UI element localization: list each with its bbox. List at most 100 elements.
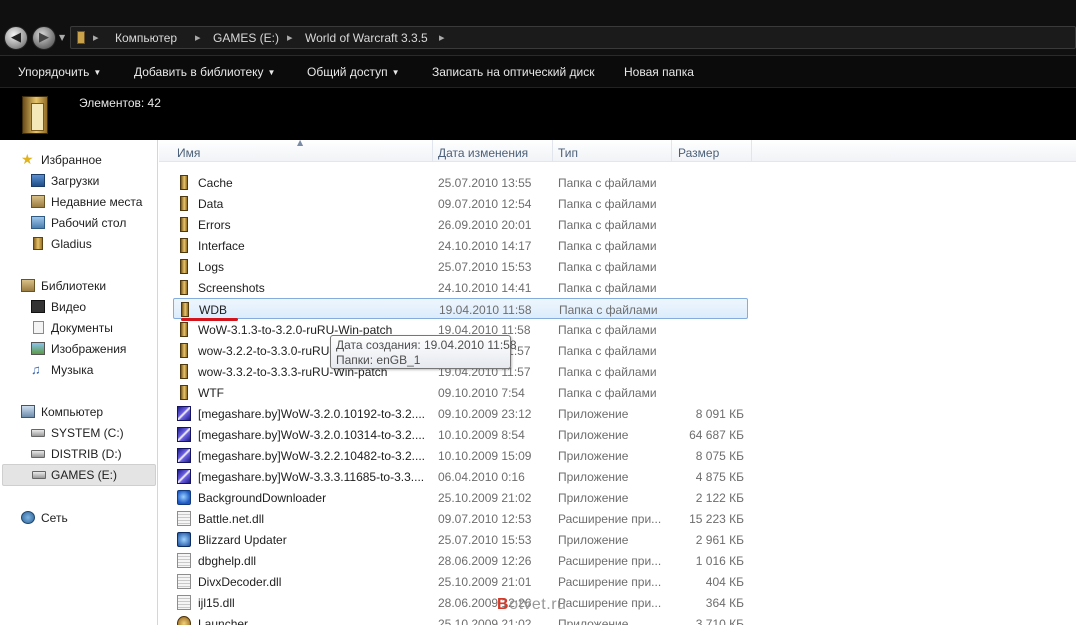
organize-menu[interactable]: Упорядочить ▼ xyxy=(18,65,101,79)
file-name: [megashare.by]WoW-3.2.0.10192-to-3.2.... xyxy=(198,407,426,421)
file-type: Папка с файлами xyxy=(558,260,657,274)
column-type[interactable]: Тип xyxy=(558,146,578,160)
file-type: Приложение xyxy=(558,533,629,547)
item-count: Элементов: 42 xyxy=(79,96,161,110)
file-date: 25.07.2010 15:53 xyxy=(438,533,532,547)
downloads-icon xyxy=(31,174,45,187)
sidebar-item-drive-e[interactable]: GAMES (E:) xyxy=(2,464,156,486)
chevron-right-icon[interactable]: ▸ xyxy=(287,31,293,44)
file-date: 24.10.2010 14:17 xyxy=(438,239,532,253)
new-folder-button[interactable]: Новая папка xyxy=(624,65,694,79)
add-to-library-menu[interactable]: Добавить в библиотеку ▼ xyxy=(134,65,275,79)
back-button[interactable]: ◀ xyxy=(4,26,28,50)
command-bar: Упорядочить ▼ Добавить в библиотеку ▼ Общи… xyxy=(0,56,1076,88)
file-row-megashare-4[interactable]: [megashare.by]WoW-3.3.3.11685-to-3.3....… xyxy=(173,466,748,487)
sidebar-label: Загрузки xyxy=(51,174,100,188)
file-row-errors[interactable]: Errors 26.09.2010 20:01 Папка с файлами xyxy=(173,214,748,235)
chevron-down-icon: ▼ xyxy=(391,68,400,77)
file-row-wtf[interactable]: WTF 09.10.2010 7:54 Папка с файлами xyxy=(173,382,748,403)
file-date: 28.06.2009 12:26 xyxy=(438,554,532,568)
chevron-down-icon: ▼ xyxy=(93,68,102,77)
file-row-ijl15-dll[interactable]: ijl15.dll 28.06.2009 12:26 Расширение при.… xyxy=(173,592,748,613)
watermark-initial: B xyxy=(497,596,510,613)
sidebar-label: Gladius xyxy=(51,237,92,251)
column-name[interactable]: Имя xyxy=(177,146,200,160)
file-row-screenshots[interactable]: Screenshots 24.10.2010 14:41 Папка с файла… xyxy=(173,277,748,298)
file-size: 404 КБ xyxy=(705,575,744,589)
watermark-text: otvet.ru xyxy=(509,596,567,613)
tooltip-created: Дата создания: 19.04.2010 11:58 xyxy=(336,338,517,352)
file-row-background-downloader[interactable]: BackgroundDownloader 25.10.2009 21:02 Прил… xyxy=(173,487,748,508)
column-divider[interactable] xyxy=(432,140,433,162)
file-size: 1 016 КБ xyxy=(695,554,744,568)
file-row-interface[interactable]: Interface 24.10.2010 14:17 Папка с файлами xyxy=(173,235,748,256)
file-row-cache[interactable]: Cache 25.07.2010 13:55 Папка с файлами xyxy=(173,172,748,193)
folder-icon xyxy=(180,175,188,190)
share-label: Общий доступ xyxy=(307,65,388,79)
file-name: Interface xyxy=(198,239,245,253)
share-menu[interactable]: Общий доступ ▼ xyxy=(307,65,400,79)
watermark: Botvet.ru xyxy=(497,596,566,614)
file-name: [megashare.by]WoW-3.2.0.10314-to-3.2.... xyxy=(198,428,426,442)
column-date[interactable]: Дата изменения xyxy=(438,146,528,160)
column-size[interactable]: Размер xyxy=(678,146,719,160)
sidebar-label: Рабочий стол xyxy=(51,216,127,230)
file-row-megashare-2[interactable]: [megashare.by]WoW-3.2.0.10314-to-3.2....… xyxy=(173,424,748,445)
breadcrumb-games-drive[interactable]: GAMES (E:) xyxy=(213,31,279,45)
folder-icon xyxy=(180,196,188,211)
file-name: ijl15.dll xyxy=(198,596,235,610)
file-size: 8 091 КБ xyxy=(695,407,744,421)
file-date: 25.10.2009 21:02 xyxy=(438,491,532,505)
chevron-right-icon[interactable]: ▸ xyxy=(195,31,201,44)
file-row-megashare-1[interactable]: [megashare.by]WoW-3.2.0.10192-to-3.2....… xyxy=(173,403,748,424)
file-size: 15 223 КБ xyxy=(689,512,744,526)
file-type: Папка с файлами xyxy=(558,218,657,232)
file-row-logs[interactable]: Logs 25.07.2010 15:53 Папка с файлами xyxy=(173,256,748,277)
breadcrumb-wow-folder[interactable]: World of Warcraft 3.3.5 xyxy=(305,31,428,45)
chevron-right-icon[interactable]: ▸ xyxy=(93,31,99,44)
column-divider[interactable] xyxy=(751,140,752,162)
file-type: Папка с файлами xyxy=(558,365,657,379)
file-type: Приложение xyxy=(558,491,629,505)
forward-button[interactable]: ▶ xyxy=(32,26,56,50)
file-row-wdb[interactable]: WDB 19.04.2010 11:58 Папка с файлами xyxy=(173,298,748,319)
file-row-megashare-3[interactable]: [megashare.by]WoW-3.2.2.10482-to-3.2....… xyxy=(173,445,748,466)
red-underline-annotation xyxy=(181,318,238,321)
breadcrumb-computer[interactable]: Компьютер xyxy=(115,31,177,45)
file-size: 64 687 КБ xyxy=(689,428,744,442)
file-row-blizzard-updater[interactable]: Blizzard Updater 25.07.2010 15:53 Приложен… xyxy=(173,529,748,550)
file-row-data[interactable]: Data 09.07.2010 12:54 Папка с файлами xyxy=(173,193,748,214)
recent-pages-dropdown[interactable]: ▼ xyxy=(59,33,65,42)
file-name: dbghelp.dll xyxy=(198,554,257,568)
file-row-divxdecoder-dll[interactable]: DivxDecoder.dll 25.10.2009 21:01 Расширени… xyxy=(173,571,748,592)
file-type: Расширение при... xyxy=(558,575,662,589)
file-size: 3 710 КБ xyxy=(695,617,744,625)
file-row-dbghelp-dll[interactable]: dbghelp.dll 28.06.2009 12:26 Расширение пр… xyxy=(173,550,748,571)
sidebar-label: Сеть xyxy=(41,511,68,525)
tooltip-folders: Папки: enGB_1 xyxy=(336,353,421,367)
column-divider[interactable] xyxy=(552,140,553,162)
dll-file-icon xyxy=(177,511,191,526)
folder-icon xyxy=(180,280,188,295)
column-header-row: ▲ Имя Дата изменения Тип Размер xyxy=(159,138,1076,162)
file-size: 364 КБ xyxy=(705,596,744,610)
document-icon xyxy=(33,321,44,334)
sidebar-label: Компьютер xyxy=(41,405,104,419)
sidebar-label: Недавние места xyxy=(51,195,143,209)
file-type: Приложение xyxy=(558,470,629,484)
file-date: 25.07.2010 13:55 xyxy=(438,176,532,190)
file-list: ▲ Имя Дата изменения Тип Размер Cache 25.… xyxy=(159,138,1076,625)
image-icon xyxy=(31,342,45,355)
chevron-right-icon[interactable]: ▸ xyxy=(439,31,445,44)
file-row-launcher[interactable]: Launcher 25.10.2009 21:02 Приложение 3 710 … xyxy=(173,613,748,625)
breadcrumb[interactable]: ▸ Компьютер ▸ GAMES (E:) ▸ World of Warc… xyxy=(70,26,1076,49)
file-type: Приложение xyxy=(558,617,629,625)
file-date: 10.10.2009 15:09 xyxy=(438,449,532,463)
file-row-battlenet-dll[interactable]: Battle.net.dll 09.07.2010 12:53 Расширение… xyxy=(173,508,748,529)
column-divider[interactable] xyxy=(671,140,672,162)
folder-icon xyxy=(77,31,85,44)
application-icon xyxy=(177,427,191,442)
library-icon xyxy=(21,279,35,292)
file-date: 25.10.2009 21:01 xyxy=(438,575,532,589)
burn-button[interactable]: Записать на оптический диск xyxy=(432,65,595,79)
